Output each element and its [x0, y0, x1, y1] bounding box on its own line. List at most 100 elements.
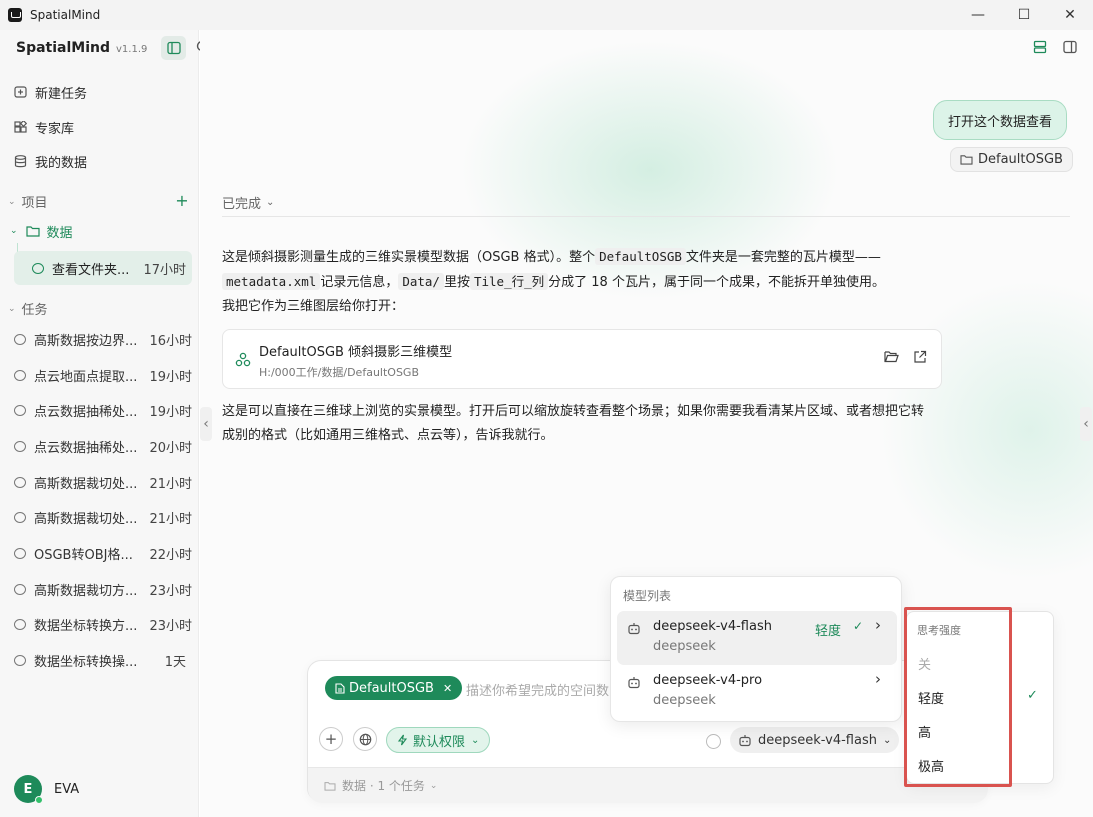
globe-button[interactable] — [353, 727, 377, 751]
version-label: v1.1.9 — [116, 44, 148, 55]
text: 这是倾斜摄影测量生成的三维实景模型数据（OSGB 格式）。整个 — [222, 250, 596, 265]
model-provider: deepseek — [653, 693, 716, 708]
collapse-sidebar-handle[interactable]: ‹ — [200, 407, 212, 441]
window-title: SpatialMind — [30, 8, 101, 22]
completion-status[interactable]: 已完成 ⌄ — [222, 193, 274, 212]
text: 分成了 18 个瓦片，属于同一个成果，不能拆开单独使用。 — [548, 275, 885, 290]
text: 里按 — [443, 275, 470, 290]
task-item[interactable]: 数据坐标转换操... 1天 — [14, 649, 192, 671]
chat-bubble-icon — [14, 333, 26, 345]
task-name: 高斯数据裁切处... — [34, 476, 138, 492]
file-card-title: DefaultOSGB 倾斜摄影三维模型 — [259, 345, 453, 360]
task-name: 点云数据抽稀处... — [34, 440, 138, 456]
attachment-label: DefaultOSGB — [978, 152, 1063, 167]
add-attachment-button[interactable]: + — [319, 727, 343, 751]
task-name: 高斯数据按边界... — [34, 333, 138, 349]
task-name: 查看文件夹... — [52, 262, 130, 278]
project-folder-data[interactable]: ⌄ 数据 — [10, 221, 195, 279]
task-item[interactable]: 点云数据抽稀处... 19小时 — [14, 399, 192, 421]
task-item[interactable]: 高斯数据裁切处... 21小时 — [14, 506, 192, 528]
task-item[interactable]: 高斯数据裁切方... 23小时 — [14, 578, 192, 600]
model-name: deepseek-v4-flash — [653, 619, 772, 634]
open-folder-button[interactable] — [884, 350, 899, 368]
task-time: 1天 — [164, 654, 186, 670]
chat-bubble-icon — [14, 583, 26, 595]
task-item[interactable]: 点云地面点提取... 19小时 — [14, 364, 192, 386]
thinking-option-high[interactable]: 高 — [918, 722, 931, 741]
chevron-right-icon[interactable]: › — [875, 616, 881, 634]
check-icon: ✓ — [853, 619, 864, 633]
footer-label[interactable]: 数据 · 1 个任务 — [342, 777, 425, 794]
sidebar-item-new-task[interactable]: 新建任务 — [13, 81, 87, 103]
sidebar-toggle-button[interactable] — [161, 36, 186, 60]
minimize-button[interactable]: — — [955, 0, 1001, 30]
permission-selector[interactable]: 默认权限 ⌄ — [386, 727, 491, 753]
task-item[interactable]: 高斯数据裁切处... 21小时 — [14, 471, 192, 493]
user-profile[interactable]: E EVA — [14, 775, 80, 804]
layers-panel-button[interactable] — [1033, 40, 1047, 58]
add-project-button[interactable]: + — [174, 193, 190, 210]
user-message-attachment[interactable]: DefaultOSGB — [950, 147, 1073, 172]
model-option-flash[interactable]: deepseek-v4-flash deepseek 轻度 ✓ › — [617, 611, 897, 665]
robot-icon — [627, 676, 641, 693]
chat-bubble-icon — [14, 404, 26, 416]
thinking-option-off[interactable]: 关 — [918, 654, 931, 673]
inline-code: Tile_行_列 — [469, 273, 549, 290]
divider — [222, 216, 1070, 217]
right-panel-button[interactable] — [1063, 40, 1077, 58]
model-option-pro[interactable]: deepseek-v4-pro deepseek › — [617, 665, 897, 719]
open-external-button[interactable] — [913, 350, 927, 368]
sidebar-item-label: 我的数据 — [35, 155, 88, 171]
expand-right-panel-handle[interactable]: ‹ — [1080, 407, 1092, 441]
sidebar-item-label: 新建任务 — [35, 86, 88, 102]
shield-bolt-icon — [397, 734, 408, 746]
maximize-button[interactable]: ☐ — [1001, 0, 1047, 30]
remove-tag-icon[interactable]: ✕ — [443, 682, 452, 695]
task-item[interactable]: 数据坐标转换方... 23小时 — [14, 613, 192, 635]
title-bar: SpatialMind — ☐ ✕ — [0, 0, 1093, 30]
projects-section-header[interactable]: ⌄ 项目 — [8, 192, 48, 211]
task-time: 19小时 — [149, 404, 192, 420]
sidebar-panel-icon — [166, 41, 181, 55]
composer-footer: 数据 · 1 个任务 ⌄ — [308, 767, 988, 803]
chat-bubble-icon — [14, 369, 26, 381]
thinking-option-light[interactable]: 轻度 — [918, 688, 944, 707]
chat-bubble-icon — [14, 547, 26, 559]
task-time: 23小时 — [149, 583, 192, 599]
file-card[interactable]: DefaultOSGB 倾斜摄影三维模型 H:/000工作/数据/Default… — [222, 329, 942, 389]
task-time: 23小时 — [149, 618, 192, 634]
sidebar-item-my-data[interactable]: 我的数据 — [13, 150, 87, 172]
context-usage-ring[interactable] — [706, 734, 721, 749]
text: 文件夹是一套完整的瓦片模型—— — [685, 250, 881, 265]
model-selector[interactable]: deepseek-v4-flash ⌄ — [730, 727, 900, 753]
composer-input[interactable]: 描述你希望完成的空间数 — [466, 680, 609, 699]
task-item-active[interactable]: 查看文件夹... 17小时 — [14, 251, 192, 285]
plus-icon: + — [324, 730, 338, 748]
tasks-section-header[interactable]: ⌄ 任务 — [8, 299, 48, 318]
model-label: deepseek-v4-flash — [758, 732, 877, 748]
task-name: OSGB转OBJ格... — [34, 547, 133, 563]
online-status-dot — [35, 796, 43, 804]
user-name: EVA — [54, 781, 80, 797]
thinking-option-max[interactable]: 极高 — [918, 756, 944, 775]
model-cluster-icon — [235, 352, 251, 372]
chevron-left-icon: ‹ — [203, 416, 209, 432]
context-tag-chip[interactable]: DefaultOSGB ✕ — [325, 676, 463, 700]
chevron-left-icon: ‹ — [1083, 416, 1089, 432]
folder-open-icon — [884, 351, 899, 363]
right-panel-icon — [1063, 40, 1077, 54]
chevron-down-icon: ⌄ — [266, 197, 275, 208]
task-item[interactable]: OSGB转OBJ格... 22小时 — [14, 542, 192, 564]
task-time: 19小时 — [149, 369, 192, 385]
chat-bubble-icon — [14, 476, 26, 488]
task-item[interactable]: 高斯数据按边界... 16小时 — [14, 328, 192, 350]
close-button[interactable]: ✕ — [1047, 0, 1093, 30]
tag-label: DefaultOSGB — [349, 680, 434, 696]
thinking-strength-menu: 思考强度 关 轻度 ✓ 高 极高 — [906, 611, 1054, 784]
sidebar-item-label: 专家库 — [35, 121, 75, 137]
chevron-right-icon[interactable]: › — [875, 670, 881, 688]
sidebar-item-experts[interactable]: 专家库 — [13, 116, 74, 138]
task-item[interactable]: 点云数据抽稀处... 20小时 — [14, 435, 192, 457]
task-time: 21小时 — [149, 476, 192, 492]
tasks-label: 任务 — [21, 303, 48, 318]
